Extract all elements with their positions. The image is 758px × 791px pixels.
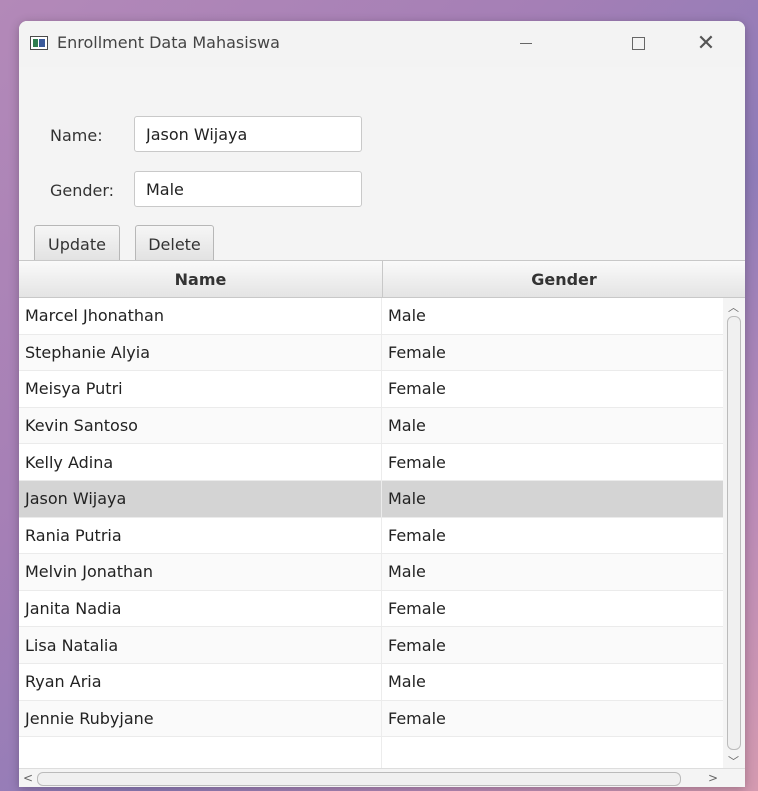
chevron-left-icon[interactable]: <	[23, 771, 33, 785]
maximize-button[interactable]	[615, 27, 661, 59]
window-title: Enrollment Data Mahasiswa	[57, 33, 280, 52]
chevron-down-icon[interactable]: ﹀	[728, 753, 739, 769]
table-row[interactable]: Marcel Jhonathan Male	[19, 298, 723, 335]
table-row[interactable]: Ryan Aria Male	[19, 663, 723, 701]
cell-name: Rania Putria	[19, 517, 382, 554]
vertical-scrollbar[interactable]: ︿ ﹀	[723, 298, 745, 768]
column-header-name[interactable]: Name	[19, 261, 383, 297]
chevron-up-icon[interactable]: ︿	[728, 299, 739, 315]
table-header: Name Gender	[19, 261, 745, 298]
cell-name	[19, 737, 382, 768]
table-row[interactable]: Melvin Jonathan Male	[19, 554, 723, 591]
cell-gender: Male	[388, 306, 426, 326]
table-row[interactable]: Lisa Natalia Female	[19, 627, 723, 664]
vertical-scroll-thumb[interactable]	[727, 316, 741, 750]
app-window-icon	[30, 36, 48, 50]
cell-name: Stephanie Alyia	[19, 334, 382, 371]
cell-name: Ryan Aria	[19, 663, 382, 700]
close-icon: ✕	[696, 30, 716, 56]
cell-name: Kevin Santoso	[19, 407, 382, 444]
cell-name: Janita Nadia	[19, 590, 382, 627]
name-label: Name:	[50, 126, 103, 145]
maximize-icon	[631, 36, 645, 50]
cell-gender: Male	[388, 562, 426, 582]
cell-name: Kelly Adina	[19, 444, 382, 480]
table-row[interactable]: Jason Wijaya Male	[19, 480, 723, 518]
cell-gender: Male	[388, 416, 426, 436]
cell-gender: Female	[388, 708, 446, 728]
cell-gender: Male	[388, 489, 426, 509]
gender-input[interactable]	[134, 171, 362, 207]
name-input[interactable]	[134, 116, 362, 152]
cell-gender: Female	[388, 525, 446, 545]
title-bar[interactable]: Enrollment Data Mahasiswa ✕	[19, 21, 745, 67]
cell-gender: Female	[388, 379, 446, 399]
table-row[interactable]: Rania Putria Female	[19, 517, 723, 555]
horizontal-scroll-thumb[interactable]	[37, 772, 681, 786]
close-button[interactable]: ✕	[683, 27, 729, 59]
cell-name: Meisya Putri	[19, 371, 382, 407]
cell-gender: Female	[388, 599, 446, 619]
table-row[interactable]: Janita Nadia Female	[19, 590, 723, 628]
table-body: Marcel Jhonathan Male Stephanie Alyia Femal…	[19, 298, 723, 768]
cell-name: Melvin Jonathan	[19, 554, 382, 590]
cell-name: Jennie Rubyjane	[19, 700, 382, 737]
table-row[interactable]: Kelly Adina Female	[19, 444, 723, 481]
delete-button[interactable]: Delete	[135, 225, 214, 263]
app-window: Enrollment Data Mahasiswa ✕ Name: Gender…	[19, 21, 745, 787]
horizontal-scrollbar[interactable]: < >	[19, 768, 745, 787]
table-row[interactable]: Stephanie Alyia Female	[19, 334, 723, 372]
enrollment-form: Name: Gender: Update Delete	[19, 67, 745, 263]
cell-name: Marcel Jhonathan	[19, 298, 382, 334]
cell-name: Jason Wijaya	[19, 480, 382, 517]
table-row[interactable]	[19, 737, 723, 768]
table-row[interactable]: Jennie Rubyjane Female	[19, 700, 723, 738]
table-row[interactable]: Kevin Santoso Male	[19, 407, 723, 445]
cell-gender: Male	[388, 672, 426, 692]
cell-gender	[383, 737, 723, 768]
student-table: Name Gender Marcel Jhonathan Male Stephani…	[19, 260, 745, 787]
gender-label: Gender:	[50, 181, 115, 200]
minimize-icon	[520, 42, 532, 44]
cell-gender: Female	[388, 452, 446, 472]
cell-gender: Female	[388, 342, 446, 362]
update-button[interactable]: Update	[34, 225, 120, 263]
cell-gender: Female	[388, 635, 446, 655]
minimize-button[interactable]	[503, 27, 549, 59]
table-row[interactable]: Meisya Putri Female	[19, 371, 723, 408]
chevron-right-icon[interactable]: >	[708, 771, 718, 785]
cell-name: Lisa Natalia	[19, 627, 382, 663]
column-header-gender[interactable]: Gender	[383, 261, 745, 297]
